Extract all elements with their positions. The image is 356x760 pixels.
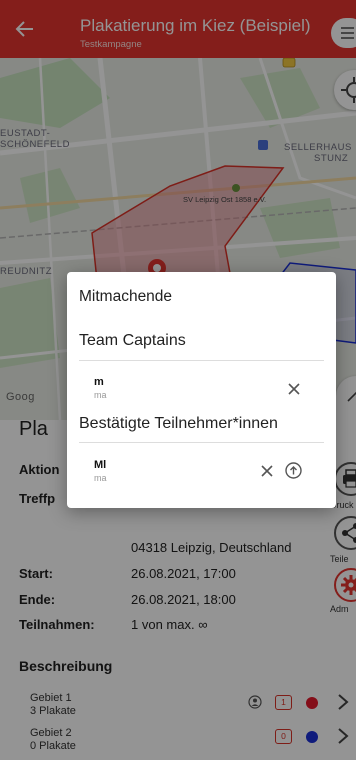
promote-up-icon[interactable] xyxy=(285,462,302,479)
participant-email: ma xyxy=(94,473,107,483)
confirmed-participants-heading: Bestätigte Teilnehmer*innen xyxy=(79,415,278,432)
dialog-title: Mitmachende xyxy=(79,288,173,305)
team-captains-heading: Team Captains xyxy=(79,332,186,349)
close-icon[interactable] xyxy=(287,382,301,396)
close-icon[interactable] xyxy=(260,464,274,478)
divider xyxy=(79,360,324,361)
divider xyxy=(79,442,324,443)
participants-dialog: Mitmachende Team Captains m ma Bestätigt… xyxy=(67,272,336,508)
captain-name: m xyxy=(94,376,104,388)
captain-email: ma xyxy=(94,390,107,400)
participant-name: Ml xyxy=(94,459,107,471)
